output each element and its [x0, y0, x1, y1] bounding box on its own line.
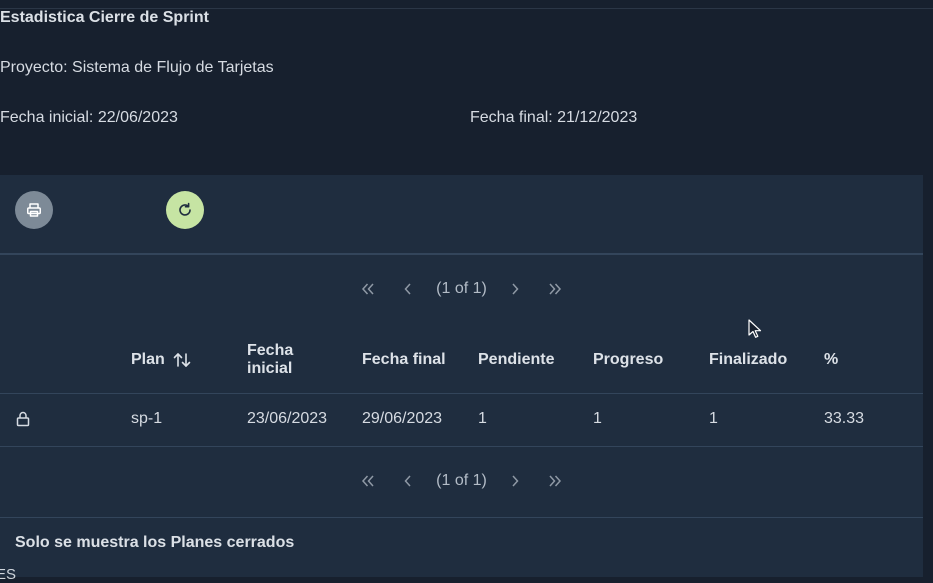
row-lock[interactable] — [16, 411, 30, 432]
plans-table: Plan Fecha inicial Fecha final Pendiente… — [0, 317, 923, 447]
double-chevron-right-icon — [549, 475, 561, 487]
cell-pendiente: 1 — [478, 410, 487, 427]
printer-icon — [27, 203, 41, 217]
cell-progreso: 1 — [593, 410, 602, 427]
chevron-right-icon — [512, 475, 519, 487]
header-percent: % — [824, 351, 839, 368]
last-page-button[interactable] — [541, 275, 569, 303]
page-info: (1 of 1) — [436, 472, 487, 489]
report-panel: (1 of 1) Plan Fecha inicial Fecha final … — [0, 175, 923, 577]
table-header: Plan Fecha inicial Fecha final Pendiente… — [0, 317, 923, 394]
refresh-button[interactable] — [166, 191, 204, 229]
table-row[interactable]: sp-1 23/06/2023 29/06/2023 1 1 1 33.33 — [0, 394, 923, 447]
paginator-bottom: (1 of 1) — [0, 466, 923, 496]
next-page-button[interactable] — [501, 275, 529, 303]
language-indicator[interactable]: ES — [0, 566, 16, 583]
double-chevron-left-icon — [362, 475, 374, 487]
paginator-top: (1 of 1) — [0, 274, 923, 304]
end-date: Fecha final: 21/12/2023 — [470, 109, 638, 126]
lock-icon — [16, 411, 30, 427]
chevron-right-icon — [512, 283, 519, 295]
first-page-button[interactable] — [354, 467, 382, 495]
cell-percent: 33.33 — [824, 410, 865, 427]
cell-finalizado: 1 — [709, 410, 718, 427]
start-date: Fecha inicial: 22/06/2023 — [0, 109, 178, 126]
page-info: (1 of 1) — [436, 280, 487, 297]
report-title: Estadistica Cierre de Sprint — [0, 9, 209, 26]
header-plan-label: Plan — [131, 351, 165, 368]
last-page-button[interactable] — [541, 467, 569, 495]
chevron-left-icon — [404, 283, 411, 295]
project-name: Proyecto: Sistema de Flujo de Tarjetas — [0, 59, 274, 76]
header-finalizado: Finalizado — [709, 351, 788, 368]
header-plan[interactable]: Plan — [131, 351, 191, 369]
sort-icon — [173, 353, 191, 367]
header-fecha-final: Fecha final — [362, 351, 446, 368]
header-pendiente: Pendiente — [478, 351, 555, 368]
cell-plan: sp-1 — [131, 410, 163, 427]
footer-divider — [0, 517, 923, 518]
mouse-cursor-icon — [748, 319, 762, 338]
print-button[interactable] — [15, 191, 53, 229]
cell-fecha-inicial: 23/06/2023 — [247, 410, 328, 427]
prev-page-button[interactable] — [394, 275, 422, 303]
header-fecha-inicial: Fecha inicial — [247, 342, 294, 377]
double-chevron-left-icon — [362, 283, 374, 295]
first-page-button[interactable] — [354, 275, 382, 303]
toolbar — [0, 175, 923, 255]
double-chevron-right-icon — [549, 283, 561, 295]
cell-fecha-final: 29/06/2023 — [362, 410, 443, 427]
chevron-left-icon — [404, 475, 411, 487]
next-page-button[interactable] — [501, 467, 529, 495]
header-progreso: Progreso — [593, 351, 664, 368]
refresh-icon — [179, 202, 191, 216]
footer-note: Solo se muestra los Planes cerrados — [15, 534, 295, 551]
prev-page-button[interactable] — [394, 467, 422, 495]
